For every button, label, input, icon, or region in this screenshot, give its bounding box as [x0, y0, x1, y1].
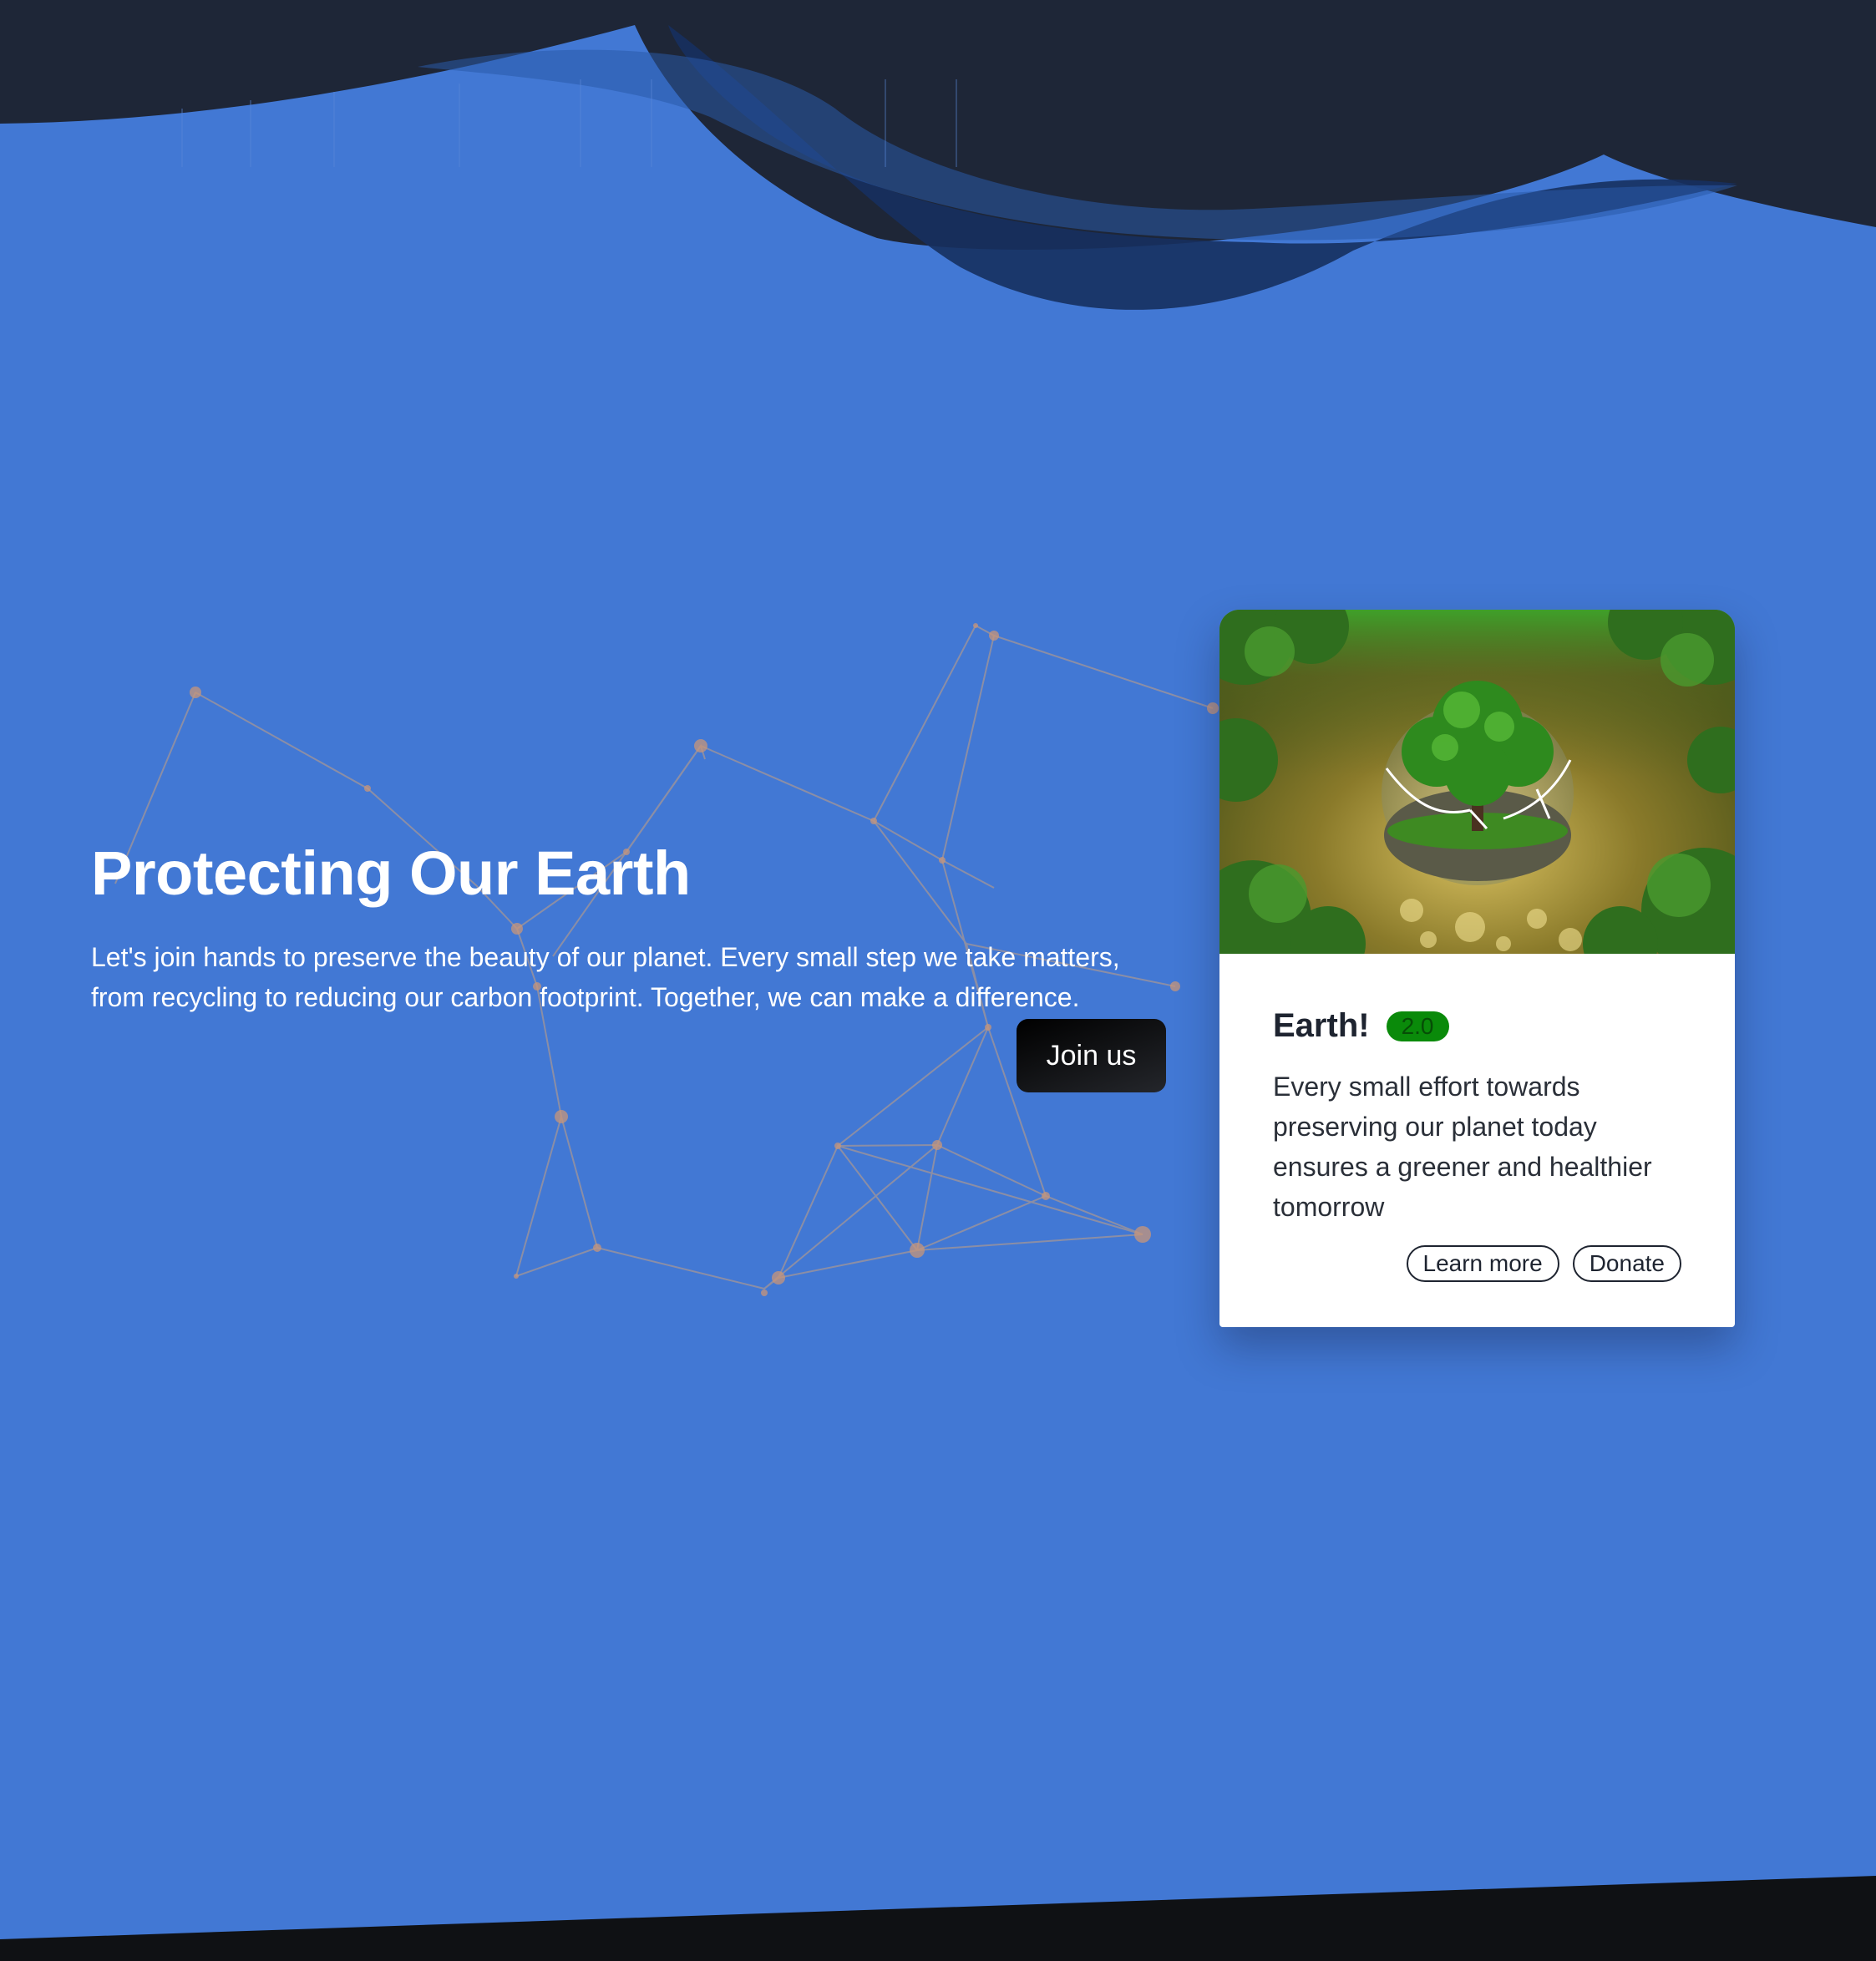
card-body: Earth! 2.0 Every small effort towards pr… — [1219, 954, 1735, 1282]
card-title-row: Earth! 2.0 — [1273, 1007, 1681, 1045]
hero-section: Protecting Our Earth Let's join hands to… — [91, 839, 1177, 1017]
hero-title: Protecting Our Earth — [91, 839, 691, 908]
tree-in-globe-image — [1219, 610, 1735, 954]
hero-description: Let's join hands to preserve the beauty … — [91, 942, 1120, 1013]
card-title: Earth! — [1273, 1007, 1370, 1044]
card-text: Every small effort towards preserving ou… — [1273, 1072, 1652, 1222]
version-badge: 2.0 — [1386, 1011, 1449, 1041]
learn-more-button[interactable]: Learn more — [1406, 1245, 1559, 1282]
bottom-band — [0, 1876, 1876, 1961]
card-actions: Learn more Donate — [1273, 1245, 1681, 1282]
earth-card: Earth! 2.0 Every small effort towards pr… — [1219, 610, 1735, 1327]
join-us-button[interactable]: Join us — [1017, 1019, 1166, 1092]
donate-button[interactable]: Donate — [1572, 1245, 1681, 1282]
